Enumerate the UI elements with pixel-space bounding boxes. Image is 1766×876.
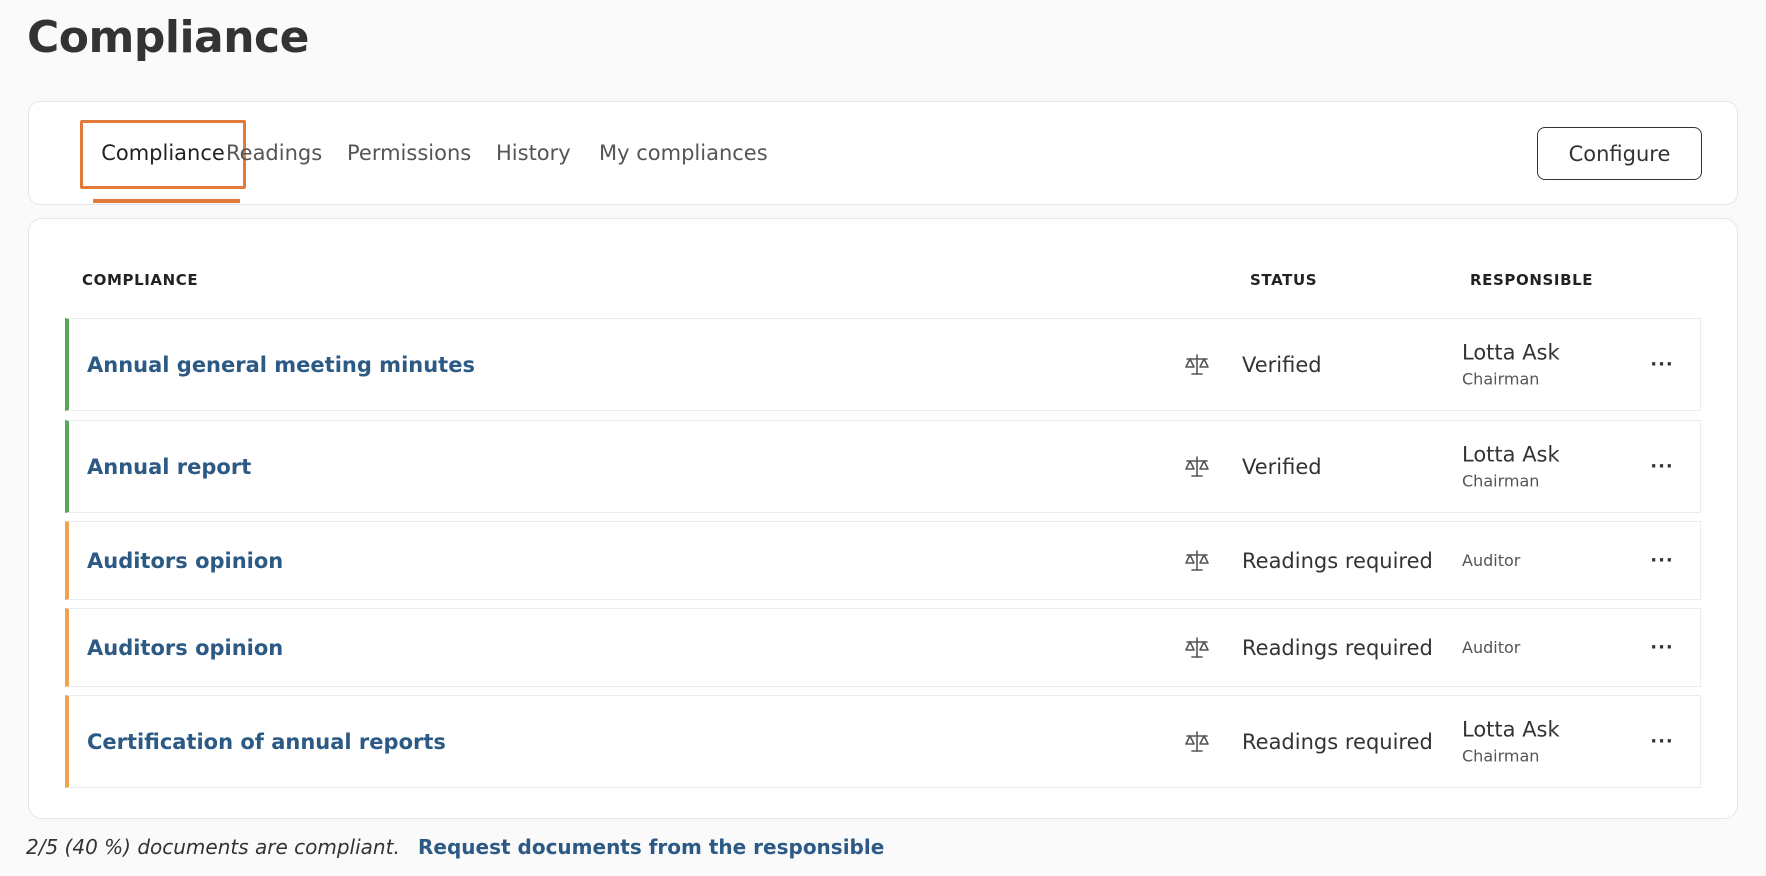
tab-my-compliances[interactable]: My compliances xyxy=(599,102,768,204)
responsible-role: Chairman xyxy=(1462,746,1540,766)
responsible-cell: Auditor xyxy=(1462,636,1520,660)
table-row[interactable]: Annual general meeting minutes Verified … xyxy=(65,318,1701,411)
scales-icon xyxy=(1185,549,1209,571)
tab-compliance[interactable]: Compliance xyxy=(77,102,249,204)
status-text: Readings required xyxy=(1242,729,1433,754)
table-row[interactable]: Certification of annual reports Readings… xyxy=(65,695,1701,788)
column-header-responsible: RESPONSIBLE xyxy=(1470,271,1594,289)
table-row[interactable]: Auditors opinion Readings required Audit… xyxy=(65,521,1701,600)
scales-icon xyxy=(1185,730,1209,752)
responsible-role: Chairman xyxy=(1462,369,1540,389)
responsible-role: Chairman xyxy=(1462,471,1540,491)
tab-permissions[interactable]: Permissions xyxy=(347,102,471,204)
table-row[interactable]: Auditors opinion Readings required Audit… xyxy=(65,608,1701,687)
table-row[interactable]: Annual report Verified Lotta Ask Chairma… xyxy=(65,420,1701,513)
responsible-cell: Lotta Ask Chairman xyxy=(1462,338,1560,391)
column-header-status: STATUS xyxy=(1250,271,1318,289)
status-text: Verified xyxy=(1242,454,1322,479)
compliance-table: COMPLIANCE STATUS RESPONSIBLE Annual gen… xyxy=(28,218,1738,819)
responsible-cell: Auditor xyxy=(1462,549,1520,573)
responsible-role: Auditor xyxy=(1462,550,1521,570)
status-text: Readings required xyxy=(1242,548,1433,573)
configure-button[interactable]: Configure xyxy=(1537,127,1702,180)
more-options-icon[interactable]: ··· xyxy=(1649,454,1675,480)
responsible-cell: Lotta Ask Chairman xyxy=(1462,715,1560,768)
page-title: Compliance xyxy=(27,12,309,63)
status-text: Readings required xyxy=(1242,635,1433,660)
tab-history[interactable]: History xyxy=(496,102,571,204)
compliance-name-link[interactable]: Annual report xyxy=(87,455,251,479)
more-options-icon[interactable]: ··· xyxy=(1649,548,1675,574)
compliance-name-link[interactable]: Auditors opinion xyxy=(87,549,283,573)
more-options-icon[interactable]: ··· xyxy=(1649,729,1675,755)
compliance-name-link[interactable]: Auditors opinion xyxy=(87,636,283,660)
responsible-cell: Lotta Ask Chairman xyxy=(1462,440,1560,493)
more-options-icon[interactable]: ··· xyxy=(1649,352,1675,378)
status-text: Verified xyxy=(1242,352,1322,377)
responsible-name: Lotta Ask xyxy=(1462,441,1560,466)
request-documents-link[interactable]: Request documents from the responsible xyxy=(418,835,884,859)
scales-icon xyxy=(1185,455,1209,477)
active-tab-indicator xyxy=(93,199,240,203)
responsible-name: Lotta Ask xyxy=(1462,716,1560,741)
more-options-icon[interactable]: ··· xyxy=(1649,635,1675,661)
column-header-compliance: COMPLIANCE xyxy=(82,271,199,289)
tabs-bar: Compliance Readings Permissions History … xyxy=(28,101,1738,205)
scales-icon xyxy=(1185,636,1209,658)
compliance-name-link[interactable]: Annual general meeting minutes xyxy=(87,353,475,377)
scales-icon xyxy=(1185,353,1209,375)
responsible-name: Lotta Ask xyxy=(1462,339,1560,364)
compliance-name-link[interactable]: Certification of annual reports xyxy=(87,730,446,754)
responsible-role: Auditor xyxy=(1462,637,1521,657)
tab-readings[interactable]: Readings xyxy=(226,102,322,204)
compliance-summary: 2/5 (40 %) documents are compliant. xyxy=(26,835,400,859)
